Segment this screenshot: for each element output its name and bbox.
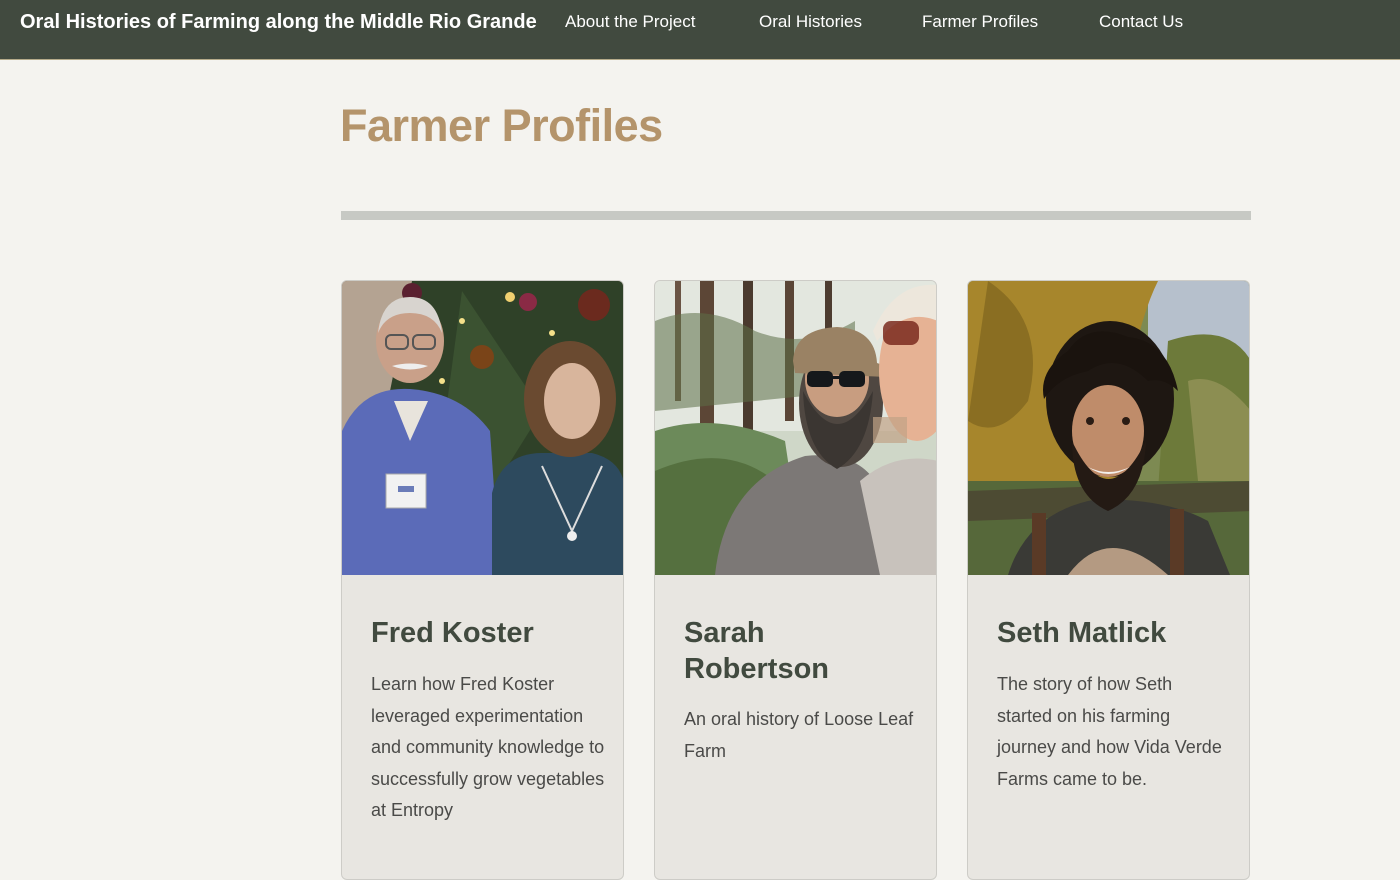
profile-name[interactable]: Sarah Robertson	[684, 615, 914, 687]
profile-card-sarah-robertson[interactable]: Sarah Robertson An oral history of Loose…	[654, 280, 937, 880]
site-header: Oral Histories of Farming along the Midd…	[0, 0, 1400, 60]
profile-description: The story of how Seth started on his far…	[997, 674, 1222, 789]
profile-photo[interactable]	[342, 281, 624, 575]
nav-link-about[interactable]: About the Project	[565, 10, 695, 34]
nav-link-farmer-profiles[interactable]: Farmer Profiles	[922, 10, 1038, 34]
profile-description: An oral history of Loose Leaf Farm	[684, 709, 914, 761]
profile-name[interactable]: Seth Matlick	[997, 615, 1227, 651]
profile-photo[interactable]	[968, 281, 1250, 575]
site-title[interactable]: Oral Histories of Farming along the Midd…	[20, 10, 537, 34]
profile-card-fred-koster[interactable]: Fred Koster Learn how Fred Koster levera…	[341, 280, 624, 880]
profile-name[interactable]: Fred Koster	[371, 615, 601, 651]
page-title: Farmer Profiles	[340, 100, 663, 151]
section-divider	[341, 211, 1251, 220]
profile-card-seth-matlick[interactable]: Seth Matlick The story of how Seth start…	[967, 280, 1250, 880]
nav-link-contact[interactable]: Contact Us	[1099, 10, 1183, 34]
profile-photo[interactable]	[655, 281, 937, 575]
profile-description: Learn how Fred Koster leveraged experime…	[371, 674, 605, 820]
nav-link-oral-histories[interactable]: Oral Histories	[759, 10, 862, 34]
